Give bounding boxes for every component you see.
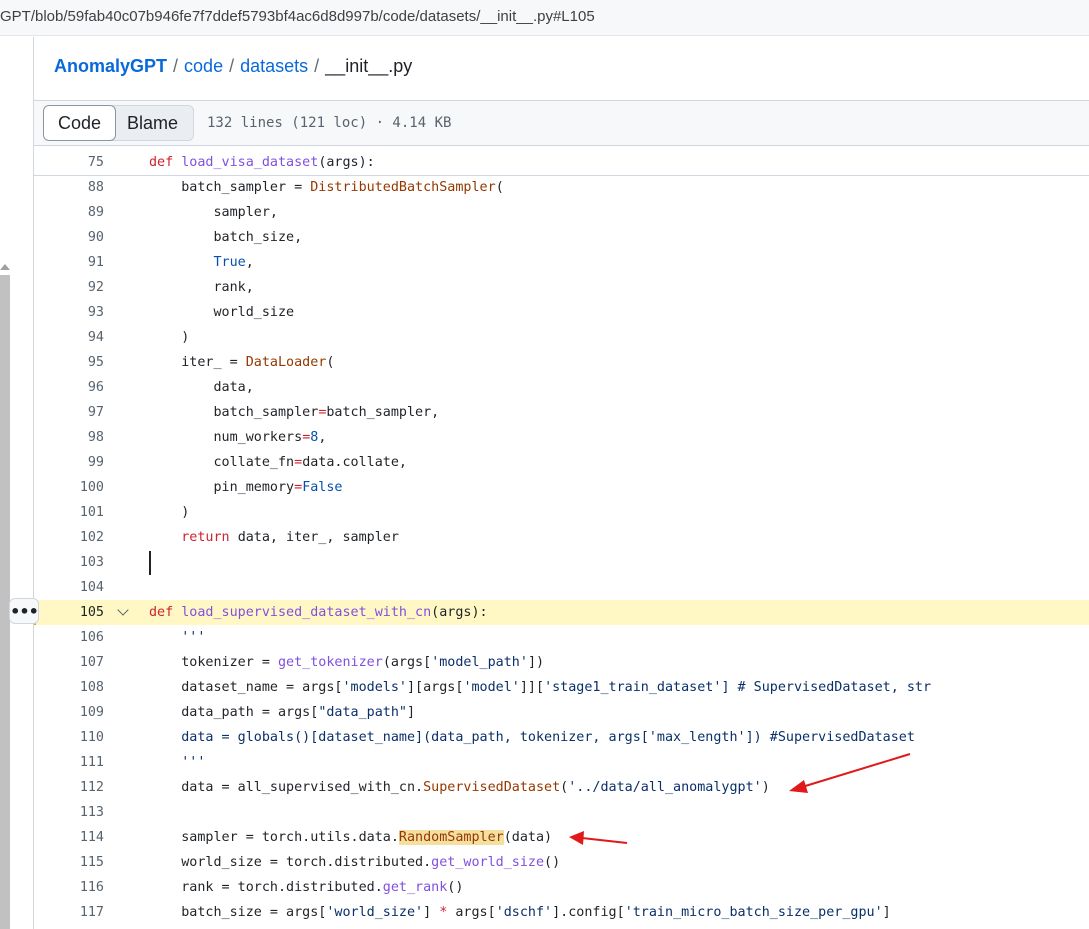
annotation-arrows [569, 753, 911, 845]
red-arrow-icon [789, 753, 911, 793]
red-arrow-icon [569, 831, 628, 845]
